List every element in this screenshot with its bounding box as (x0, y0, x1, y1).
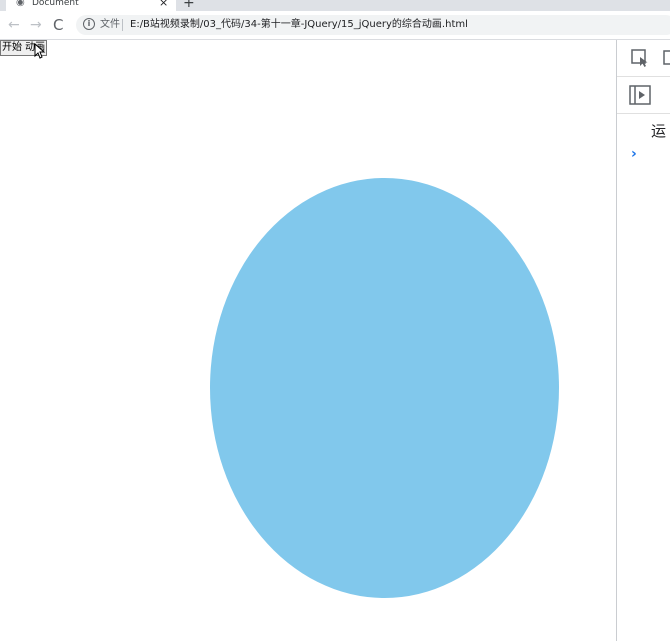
console-toolbar (617, 77, 670, 114)
address-separator (122, 19, 123, 31)
address-bar[interactable]: i 文件 E:/B站视频录制/03_代码/34-第十一章-JQuery/15_j… (76, 15, 670, 35)
sidebar-toggle-icon[interactable] (629, 85, 651, 105)
tab-strip: ◉ Document × + (0, 0, 670, 11)
animated-ellipse (210, 178, 559, 598)
close-icon[interactable]: × (159, 0, 168, 9)
new-tab-button[interactable]: + (183, 0, 195, 10)
devtools-panel: 运 › (616, 40, 670, 641)
mouse-cursor-icon (34, 43, 46, 59)
tab-document[interactable]: ◉ Document × (6, 0, 176, 11)
browser-toolbar: ← → C i 文件 E:/B站视频录制/03_代码/34-第十一章-JQuer… (0, 11, 670, 40)
page-content: 开始 动画 (0, 40, 616, 641)
inspect-element-icon[interactable] (631, 49, 651, 67)
back-button[interactable]: ← (8, 15, 20, 35)
globe-icon: ◉ (16, 0, 25, 8)
devtools-toolbar (617, 40, 670, 77)
forward-button[interactable]: → (30, 15, 42, 35)
console-output-text: 运 (651, 122, 667, 140)
scheme-label: 文件 (100, 19, 120, 30)
info-icon[interactable]: i (83, 18, 95, 30)
reload-button[interactable]: C (53, 15, 63, 35)
device-toolbar-icon[interactable] (663, 50, 670, 66)
url-text[interactable]: E:/B站视频录制/03_代码/34-第十一章-JQuery/15_jQuery… (130, 17, 468, 33)
console-prompt-icon[interactable]: › (631, 146, 637, 162)
tab-title: Document (32, 0, 79, 8)
